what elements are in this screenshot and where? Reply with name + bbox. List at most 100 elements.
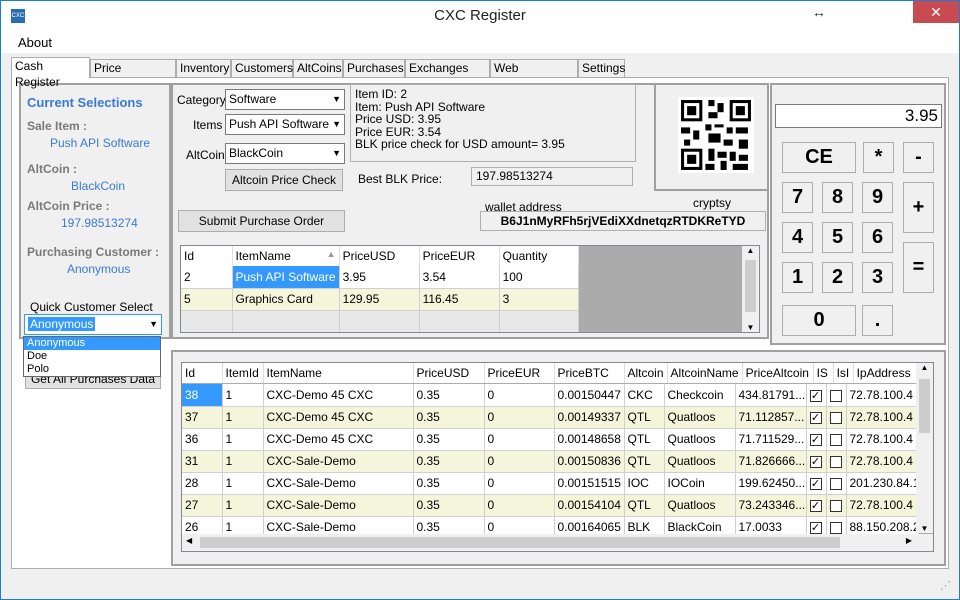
scroll-thumb[interactable] — [200, 537, 840, 548]
scroll-thumb[interactable] — [919, 379, 930, 433]
table-row[interactable]: 5 Graphics Card 129.95 116.45 3 — [181, 288, 579, 311]
calc-4-button[interactable]: 4 — [782, 222, 813, 253]
grid-cell[interactable]: 0 — [484, 406, 555, 429]
grid-cell[interactable]: ✓ — [806, 428, 827, 451]
grid-cell[interactable]: 116.45 — [419, 288, 500, 311]
grid-cell[interactable]: 5 — [181, 288, 233, 311]
grid-cell[interactable]: 0 — [484, 428, 555, 451]
column-header[interactable]: PriceUSD — [413, 363, 485, 383]
checkbox-checked[interactable]: ✓ — [809, 455, 822, 468]
grid-cell[interactable]: ✓ — [806, 406, 827, 429]
grid-cell[interactable]: CXC-Sale-Demo — [263, 494, 414, 517]
calc-multiply-button[interactable]: * — [863, 142, 894, 173]
grid-cell[interactable]: ✓ — [806, 450, 827, 473]
grid-cell[interactable]: 71.711529... — [735, 428, 807, 451]
tab-inventory[interactable]: Inventory — [176, 59, 231, 77]
checkbox-checked[interactable]: ✓ — [809, 411, 822, 424]
column-header[interactable]: Quantity — [499, 246, 579, 266]
dropdown-option-doe[interactable]: Doe — [24, 350, 160, 363]
chevron-down-icon[interactable]: ▼ — [332, 115, 341, 134]
grid-cell[interactable] — [826, 494, 847, 517]
chevron-down-icon[interactable]: ▼ — [332, 90, 341, 109]
grid-cell[interactable] — [826, 428, 847, 451]
grid-cell[interactable]: CXC-Demo 45 CXC — [263, 384, 414, 407]
grid-cell[interactable]: 0.00151515 — [554, 472, 625, 495]
grid-cell[interactable]: ✓ — [806, 494, 827, 517]
grid-cell[interactable] — [826, 406, 847, 429]
grid-cell[interactable]: 0.35 — [413, 406, 485, 429]
category-select[interactable]: Software ▼ — [225, 89, 345, 110]
grid-cell[interactable]: QTL — [624, 428, 665, 451]
column-header[interactable]: ItemId — [222, 363, 264, 383]
column-header[interactable]: Id — [182, 363, 223, 383]
calc-minus-button[interactable]: - — [903, 142, 934, 173]
altcoin-price-check-button[interactable]: Altcoin Price Check — [225, 169, 343, 191]
grid-cell[interactable]: 1 — [222, 384, 264, 407]
grid-cell[interactable]: 0.35 — [413, 472, 485, 495]
grid-cell[interactable]: 0 — [484, 494, 555, 517]
dropdown-option-polo[interactable]: Polo — [24, 363, 160, 376]
grid-cell[interactable]: IOCoin — [664, 472, 736, 495]
grid-cell[interactable]: 0.00150836 — [554, 450, 625, 473]
checkbox-checked[interactable]: ✓ — [809, 521, 822, 534]
grid-cell[interactable]: 37 — [182, 406, 223, 429]
checkbox-checked[interactable]: ✓ — [809, 477, 822, 490]
chevron-down-icon[interactable]: ▼ — [332, 144, 341, 163]
grid-cell[interactable]: 73.243346... — [735, 494, 807, 517]
grid-cell[interactable]: 72.78.100.4 — [846, 406, 919, 429]
grid-cell[interactable]: 71.112857... — [735, 406, 807, 429]
grid-cell[interactable]: 72.78.100.4 — [846, 384, 919, 407]
grid-cell[interactable]: 0.00148658 — [554, 428, 625, 451]
calc-5-button[interactable]: 5 — [822, 222, 853, 253]
grid-cell[interactable]: 71.826666... — [735, 450, 807, 473]
grid-cell[interactable]: 100 — [499, 266, 579, 289]
table-row[interactable]: 36 1 CXC-Demo 45 CXC 0.35 0 0.00148658 QTL Quat… — [182, 428, 919, 451]
purchases-hscrollbar[interactable]: ◀ ▶ — [182, 534, 933, 551]
grid-cell[interactable]: 0.00150447 — [554, 384, 625, 407]
checkbox-unchecked[interactable] — [829, 389, 842, 402]
column-header[interactable]: Id — [181, 246, 233, 266]
submit-purchase-button[interactable]: Submit Purchase Order — [178, 210, 345, 232]
grid-cell[interactable] — [826, 472, 847, 495]
grid-cell[interactable]: 27 — [182, 494, 223, 517]
grid-cell[interactable]: 1 — [222, 472, 264, 495]
grid-cell[interactable]: 31 — [182, 450, 223, 473]
tab-web-integration[interactable]: Web Integration — [490, 59, 578, 91]
grid-cell[interactable]: Quatloos — [664, 406, 736, 429]
checkbox-unchecked[interactable] — [829, 433, 842, 446]
scroll-left-icon[interactable]: ◀ — [186, 536, 192, 545]
checkbox-unchecked[interactable] — [829, 411, 842, 424]
resize-icon[interactable]: ↔ — [809, 1, 829, 23]
grid-cell[interactable]: 0.00149337 — [554, 406, 625, 429]
grid-cell[interactable]: IOC — [624, 472, 665, 495]
purchases-vscrollbar[interactable]: ▲ ▼ — [916, 363, 933, 533]
grid-cell[interactable]: 201.230.84.1... — [846, 472, 919, 495]
scroll-down-icon[interactable]: ▼ — [742, 323, 759, 332]
dropdown-option-anonymous[interactable]: Anonymous — [24, 337, 160, 350]
grid-cell[interactable]: CXC-Demo 45 CXC — [263, 428, 414, 451]
tab-exchanges-api[interactable]: Exchanges API — [405, 59, 490, 91]
grid-cell[interactable]: Quatloos — [664, 450, 736, 473]
grid-cell[interactable]: 72.78.100.4 — [846, 494, 919, 517]
tab-purchases[interactable]: Purchases — [343, 59, 405, 77]
grid-cell[interactable]: QTL — [624, 494, 665, 517]
checkbox-checked[interactable]: ✓ — [809, 499, 822, 512]
grid-cell[interactable]: 434.81791... — [735, 384, 807, 407]
table-row[interactable]: 37 1 CXC-Demo 45 CXC 0.35 0 0.00149337 QTL Quat… — [182, 406, 919, 429]
calc-7-button[interactable]: 7 — [782, 182, 813, 213]
calculator-display[interactable]: 3.95 — [775, 104, 942, 128]
calc-3-button[interactable]: 3 — [862, 262, 893, 293]
grid-cell[interactable]: Quatloos — [664, 428, 736, 451]
grid-cell[interactable] — [826, 384, 847, 407]
grid-cell[interactable]: Quatloos — [664, 494, 736, 517]
items-grid-scrollbar[interactable]: ▲ ▼ — [742, 246, 759, 332]
grid-cell[interactable]: 3.95 — [339, 266, 420, 289]
grid-cell[interactable]: 72.78.100.4 — [846, 428, 919, 451]
grid-cell[interactable]: 38 — [182, 384, 223, 407]
grid-cell[interactable]: Graphics Card — [232, 288, 340, 311]
grid-cell[interactable]: 0.35 — [413, 384, 485, 407]
column-header[interactable]: IpAddress — [853, 363, 926, 383]
grid-cell[interactable]: 3.54 — [419, 266, 500, 289]
checkbox-unchecked[interactable] — [829, 499, 842, 512]
grid-cell[interactable]: 0 — [484, 450, 555, 473]
